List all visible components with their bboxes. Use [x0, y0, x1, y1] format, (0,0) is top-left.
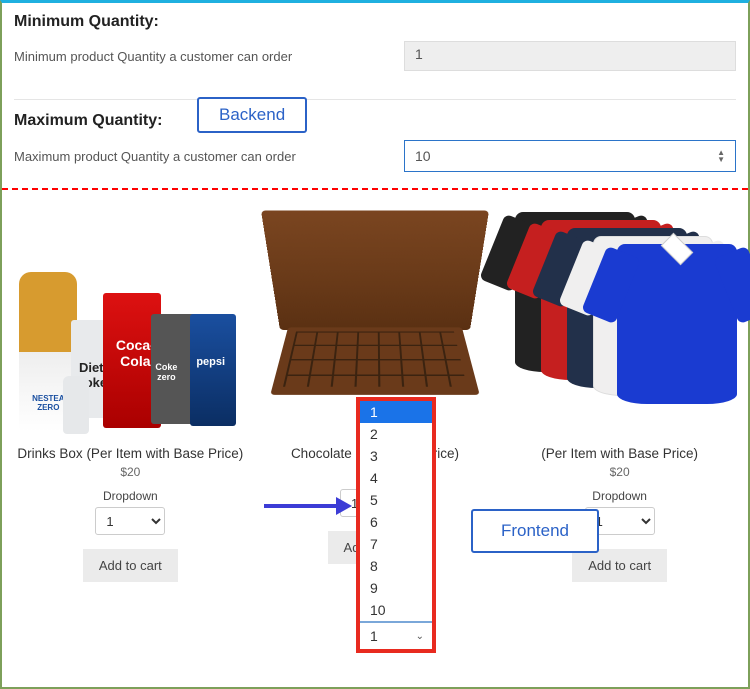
chevron-down-icon[interactable]: ▼ — [717, 156, 725, 163]
product-card: NESTEAZERO DietCoke Coca-Cola Cokezero p… — [12, 208, 248, 582]
min-qty-title: Minimum Quantity: — [14, 13, 736, 31]
max-qty-input[interactable]: 10 ▲ ▼ — [404, 140, 736, 172]
qty-select-value: 1 — [370, 628, 378, 644]
qty-dropdown-open[interactable]: 12345678910 1 ⌄ — [356, 397, 436, 653]
qty-option[interactable]: 8 — [360, 555, 432, 577]
qty-option[interactable]: 5 — [360, 489, 432, 511]
min-qty-input[interactable]: 1 — [404, 41, 736, 71]
qty-option[interactable]: 1 — [360, 401, 432, 423]
qty-option[interactable]: 3 — [360, 445, 432, 467]
qty-option[interactable]: 10 — [360, 599, 432, 621]
max-qty-title: Maximum Quantity: — [14, 112, 736, 130]
add-to-cart-button[interactable]: Add to cart — [83, 549, 178, 582]
qty-option[interactable]: 9 — [360, 577, 432, 599]
product-image[interactable]: NESTEAZERO DietCoke Coca-Cola Cokezero p… — [15, 208, 245, 438]
max-qty-value: 10 — [415, 148, 431, 164]
min-qty-hint: Minimum product Quantity a customer can … — [14, 49, 384, 64]
qty-control-label: Dropdown — [502, 489, 738, 503]
frontend-badge: Frontend — [471, 509, 599, 553]
add-to-cart-button[interactable]: Add to cart — [572, 549, 667, 582]
product-price: $20 — [12, 465, 248, 479]
arrow-annotation-icon — [264, 497, 354, 515]
qty-select[interactable]: 1 — [95, 507, 165, 535]
qty-option[interactable]: 6 — [360, 511, 432, 533]
max-qty-row: Maximum product Quantity a customer can … — [14, 140, 736, 172]
max-qty-hint: Maximum product Quantity a customer can … — [14, 149, 384, 164]
qty-option[interactable]: 2 — [360, 423, 432, 445]
qty-control-label: Dropdown — [12, 489, 248, 503]
divider-light — [14, 99, 736, 100]
backend-panel: Minimum Quantity: Minimum product Quanti… — [2, 3, 748, 172]
product-price: $20 — [502, 465, 738, 479]
product-image[interactable] — [505, 208, 735, 438]
qty-select-footer[interactable]: 1 ⌄ — [360, 621, 432, 649]
product-name: Drinks Box (Per Item with Base Price) — [12, 446, 248, 461]
chevron-down-icon: ⌄ — [416, 631, 424, 642]
min-qty-row: Minimum product Quantity a customer can … — [14, 41, 736, 71]
qty-option[interactable]: 7 — [360, 533, 432, 555]
backend-badge: Backend — [197, 97, 307, 133]
product-name: (Per Item with Base Price) — [502, 446, 738, 461]
qty-option[interactable]: 4 — [360, 467, 432, 489]
spinner-arrows-icon[interactable]: ▲ ▼ — [717, 149, 725, 163]
